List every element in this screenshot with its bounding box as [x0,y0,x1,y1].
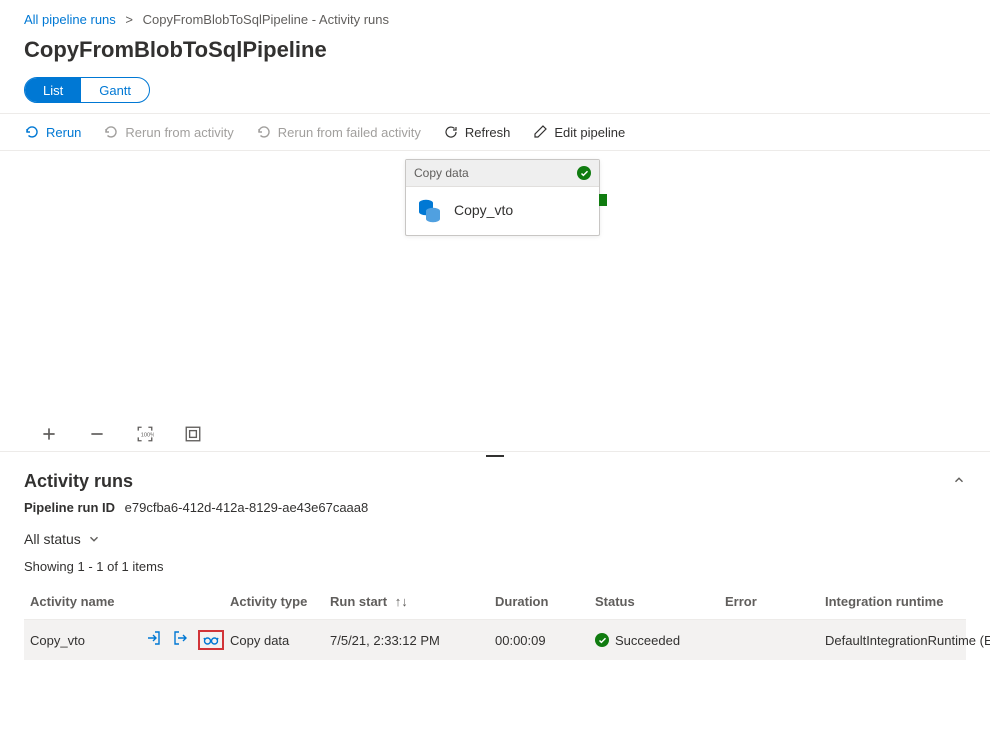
grip-icon [486,455,504,459]
row-run-start: 7/5/21, 2:33:12 PM [330,633,495,648]
activity-node[interactable]: Copy data Copy_vto [405,159,600,236]
activity-node-header: Copy data [406,160,599,187]
tab-list[interactable]: List [25,78,81,102]
output-icon[interactable] [172,630,188,650]
sort-icon: ↑↓ [395,594,408,609]
breadcrumb: All pipeline runs > CopyFromBlobToSqlPip… [0,0,990,33]
pipeline-canvas[interactable]: Copy data Copy_vto 100% [0,151,990,451]
activity-runs-section: Activity runs Pipeline run ID e79cfba6-4… [0,461,990,660]
table-header: Activity name Activity type Run start ↑↓… [24,584,966,620]
rerun-button[interactable]: Rerun [24,124,81,140]
canvas-controls: 100% [40,425,202,443]
pipeline-run-id: Pipeline run ID e79cfba6-412d-412a-8129-… [24,500,966,515]
details-icon[interactable] [198,630,224,650]
zoom-in-button[interactable] [40,425,58,443]
svg-text:100%: 100% [141,432,154,438]
fit-screen-button[interactable] [184,425,202,443]
activity-runs-table: Activity name Activity type Run start ↑↓… [24,584,966,660]
col-error[interactable]: Error [725,594,825,609]
run-id-label: Pipeline run ID [24,500,115,515]
col-activity-name[interactable]: Activity name [30,594,230,609]
toolbar: Rerun Rerun from activity Rerun from fai… [0,113,990,151]
database-icon [416,197,442,223]
refresh-label: Refresh [465,125,511,140]
col-status[interactable]: Status [595,594,725,609]
rerun-from-failed-label: Rerun from failed activity [278,125,421,140]
status-filter-dropdown[interactable]: All status [24,531,966,547]
rerun-icon [24,124,40,140]
rerun-label: Rerun [46,125,81,140]
col-run-start[interactable]: Run start ↑↓ [330,594,495,609]
col-run-start-label: Run start [330,594,387,609]
activity-name-label: Copy_vto [454,202,513,218]
breadcrumb-current: CopyFromBlobToSqlPipeline - Activity run… [143,12,389,27]
refresh-button[interactable]: Refresh [443,124,511,140]
view-tabs: List Gantt [24,77,150,103]
row-status: Succeeded [615,633,680,648]
row-duration: 00:00:09 [495,633,595,648]
breadcrumb-separator: > [125,12,133,27]
run-id-value: e79cfba6-412d-412a-8129-ae43e67caaa8 [125,500,369,515]
edit-pipeline-button[interactable]: Edit pipeline [532,124,625,140]
showing-count: Showing 1 - 1 of 1 items [24,559,966,574]
zoom-reset-button[interactable]: 100% [136,425,154,443]
table-row[interactable]: Copy_vto Copy data 7/5/21, 2:33:12 PM 00… [24,620,966,660]
refresh-icon [443,124,459,140]
activity-type-label: Copy data [414,166,469,180]
rerun-from-activity-button: Rerun from activity [103,124,233,140]
section-title: Activity runs [24,471,133,492]
pane-splitter[interactable] [0,451,990,461]
breadcrumb-root-link[interactable]: All pipeline runs [24,12,116,27]
row-activity-type: Copy data [230,633,330,648]
input-icon[interactable] [146,630,162,650]
rerun-from-failed-icon [256,124,272,140]
col-duration[interactable]: Duration [495,594,595,609]
rerun-from-activity-label: Rerun from activity [125,125,233,140]
row-integration-runtime: DefaultIntegrationRuntime (Eas [825,633,990,648]
rerun-from-failed-button: Rerun from failed activity [256,124,421,140]
status-success-icon [595,633,609,647]
row-activity-name: Copy_vto [30,633,85,648]
edit-pipeline-label: Edit pipeline [554,125,625,140]
zoom-out-button[interactable] [88,425,106,443]
success-icon [577,166,591,180]
tab-gantt[interactable]: Gantt [81,78,149,102]
rerun-from-activity-icon [103,124,119,140]
collapse-section-button[interactable] [952,473,966,490]
col-integration-runtime[interactable]: Integration runtime [825,594,990,609]
output-port[interactable] [599,194,607,206]
edit-icon [532,124,548,140]
page-title: CopyFromBlobToSqlPipeline [0,33,990,77]
status-filter-label: All status [24,531,81,547]
col-activity-type[interactable]: Activity type [230,594,330,609]
chevron-down-icon [87,532,101,546]
